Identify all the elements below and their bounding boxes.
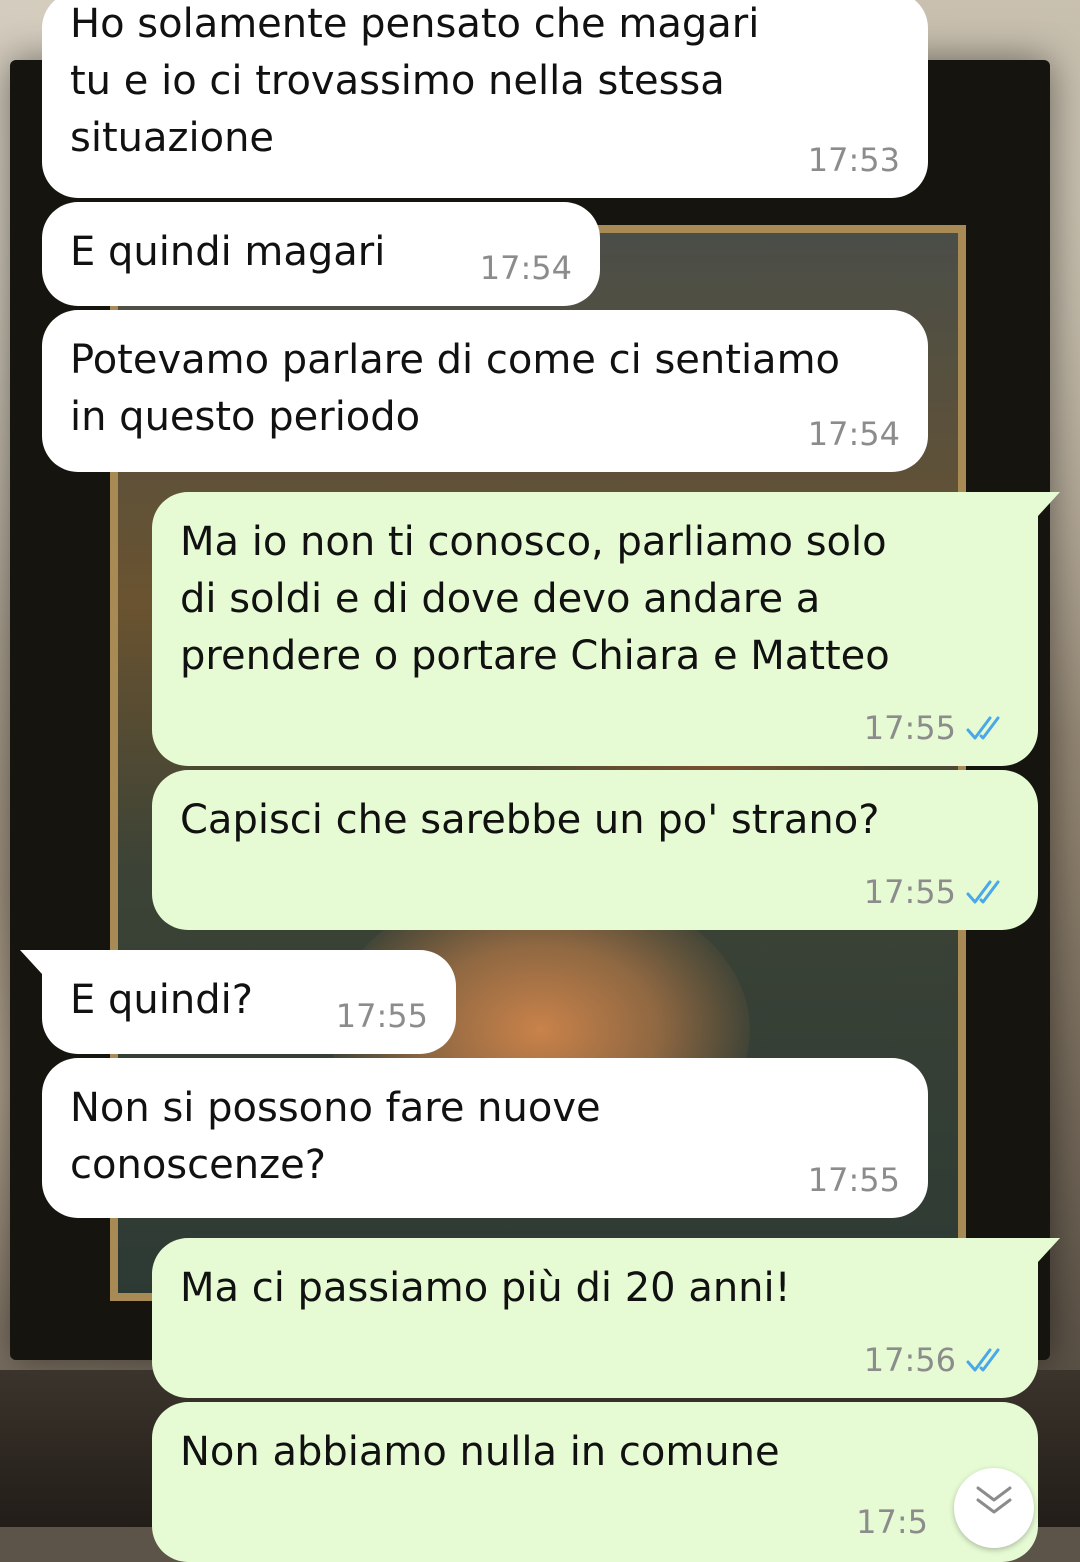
outgoing-message[interactable]: Capisci che sarebbe un po' strano? 17:55 bbox=[152, 770, 1038, 930]
chat-messages[interactable]: Ho solamente pensato che magari tu e io … bbox=[0, 0, 1080, 1562]
message-text: Ho solamente pensato che magari tu e io … bbox=[70, 1, 760, 161]
message-text: Non abbiamo nulla in comune bbox=[180, 1429, 780, 1475]
message-text: Non si possono fare nuove conoscenze? bbox=[70, 1085, 601, 1188]
incoming-message[interactable]: E quindi? 17:55 bbox=[20, 950, 456, 1054]
incoming-message[interactable]: E quindi magari 17:54 bbox=[42, 202, 600, 306]
double-check-read-icon bbox=[966, 1348, 1000, 1372]
double-check-read-icon bbox=[966, 716, 1000, 740]
message-time: 17:53 bbox=[807, 141, 900, 179]
message-time: 17:5 bbox=[856, 1503, 928, 1541]
message-time: 17:56 bbox=[863, 1341, 956, 1379]
message-time: 17:54 bbox=[479, 249, 572, 287]
message-text: Capisci che sarebbe un po' strano? bbox=[180, 797, 880, 843]
incoming-message[interactable]: Ho solamente pensato che magari tu e io … bbox=[42, 0, 928, 198]
outgoing-message[interactable]: Ma io non ti conosco, parliamo solo di s… bbox=[152, 492, 1060, 766]
double-chevron-down-icon bbox=[976, 1486, 1012, 1514]
message-time: 17:55 bbox=[863, 873, 956, 911]
message-time: 17:55 bbox=[807, 1161, 900, 1199]
outgoing-message[interactable]: Non abbiamo nulla in comune 17:5 bbox=[152, 1402, 1038, 1562]
message-text: Ma io non ti conosco, parliamo solo di s… bbox=[180, 519, 890, 679]
incoming-message[interactable]: Non si possono fare nuove conoscenze? 17… bbox=[42, 1058, 928, 1218]
message-time: 17:54 bbox=[807, 415, 900, 453]
double-check-read-icon bbox=[966, 880, 1000, 904]
message-time: 17:55 bbox=[335, 997, 428, 1035]
message-text: Ma ci passiamo più di 20 anni! bbox=[180, 1265, 791, 1311]
incoming-message[interactable]: Potevamo parlare di come ci sentiamo in … bbox=[42, 310, 928, 472]
scroll-to-bottom-button[interactable] bbox=[954, 1468, 1034, 1548]
outgoing-message[interactable]: Ma ci passiamo più di 20 anni! 17:56 bbox=[152, 1238, 1060, 1398]
message-time: 17:55 bbox=[863, 709, 956, 747]
message-text: Potevamo parlare di come ci sentiamo in … bbox=[70, 337, 840, 440]
